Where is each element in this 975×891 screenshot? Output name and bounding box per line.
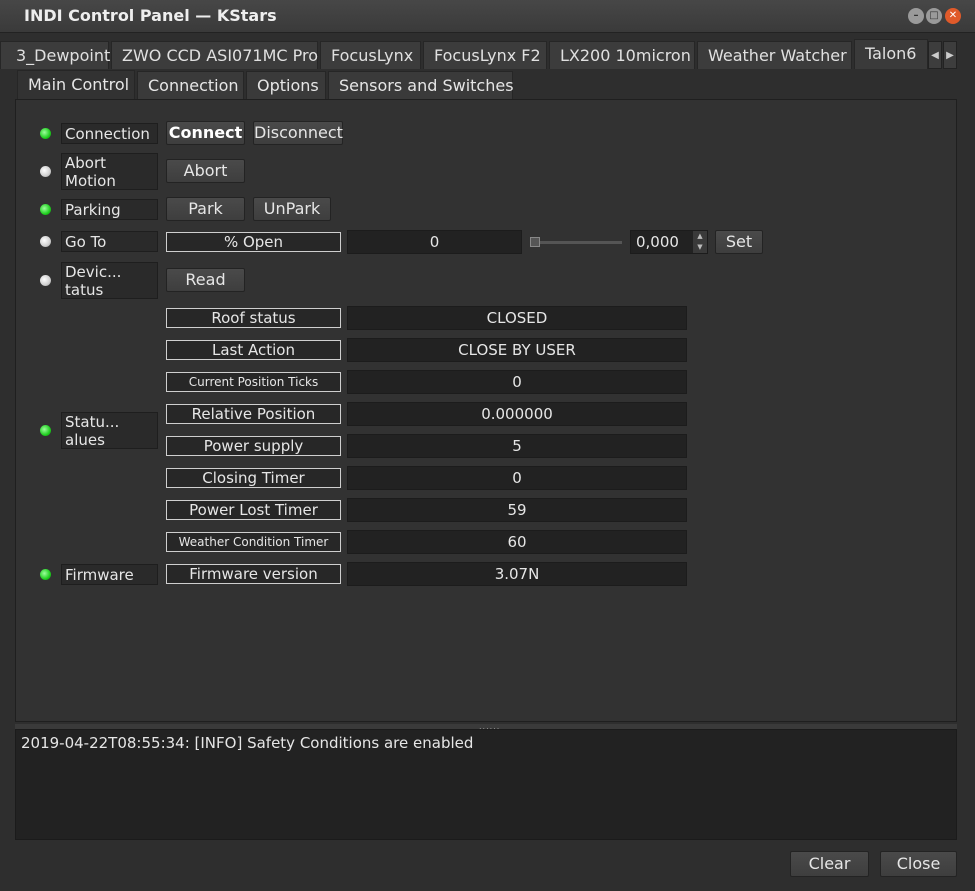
firmware-status-led (40, 569, 51, 580)
tab-dewpoint[interactable]: 3_Dewpoint (0, 41, 110, 69)
firmware-version-value: 3.07N (347, 562, 687, 586)
relative-position-label: Relative Position (166, 404, 341, 424)
set-button[interactable]: Set (715, 230, 763, 254)
open-percent-current: 0 (347, 230, 522, 254)
connect-button[interactable]: Connect (166, 121, 245, 145)
tab-zwo-ccd[interactable]: ZWO CCD ASI071MC Pro (111, 41, 318, 69)
tab-lx200[interactable]: LX200 10micron (549, 41, 695, 69)
relative-position-value: 0.000000 (347, 402, 687, 426)
closing-timer-value: 0 (347, 466, 687, 490)
maximize-icon[interactable]: □ (926, 8, 942, 24)
weather-timer-value: 60 (347, 530, 687, 554)
abort-motion-label: Abort Motion (61, 153, 158, 190)
tab-scroll-right-icon[interactable]: ▶ (943, 41, 957, 69)
parking-status-led (40, 204, 51, 215)
abort-button[interactable]: Abort (166, 159, 245, 183)
spin-down-icon[interactable]: ▼ (693, 242, 707, 253)
device-status-led (40, 275, 51, 286)
tab-connection[interactable]: Connection (137, 71, 244, 99)
power-supply-value: 5 (347, 434, 687, 458)
spinbox-value[interactable]: 0,000 (636, 233, 679, 251)
tab-scroll-left-icon[interactable]: ◀ (928, 41, 942, 69)
read-button[interactable]: Read (166, 268, 245, 292)
window-title: INDI Control Panel — KStars (24, 6, 277, 25)
open-percent-slider-handle[interactable] (530, 237, 540, 247)
status-values-label: Statu... alues (61, 412, 158, 449)
close-window-icon[interactable]: ✕ (945, 8, 961, 24)
open-percent-slider-track[interactable] (536, 241, 622, 244)
clear-button[interactable]: Clear (790, 851, 869, 877)
minimize-icon[interactable]: – (908, 8, 924, 24)
closing-timer-label: Closing Timer (166, 468, 341, 488)
roof-status-label: Roof status (166, 308, 341, 328)
goto-label: Go To (61, 231, 158, 252)
firmware-label: Firmware (61, 564, 158, 585)
spin-up-icon[interactable]: ▲ (693, 231, 707, 242)
device-status-label: Devic... tatus (61, 262, 158, 299)
tab-options[interactable]: Options (246, 71, 326, 99)
connection-status-led (40, 128, 51, 139)
weather-timer-label: Weather Condition Timer (166, 532, 341, 552)
disconnect-button[interactable]: Disconnect (253, 121, 343, 145)
window-titlebar: INDI Control Panel — KStars – □ ✕ (0, 0, 975, 33)
tab-focuslynx-f2[interactable]: FocusLynx F2 (423, 41, 547, 69)
log-line: 2019-04-22T08:55:34: [INFO] Safety Condi… (21, 734, 474, 752)
abort-status-led (40, 166, 51, 177)
roof-status-value: CLOSED (347, 306, 687, 330)
status-values-led (40, 425, 51, 436)
power-supply-label: Power supply (166, 436, 341, 456)
open-percent-label: % Open (166, 232, 341, 252)
open-percent-spinbox[interactable]: 0,000 ▲ ▼ (630, 230, 708, 254)
parking-label: Parking (61, 199, 158, 220)
power-lost-timer-value: 59 (347, 498, 687, 522)
last-action-label: Last Action (166, 340, 341, 360)
spinbox-arrows[interactable]: ▲ ▼ (693, 231, 707, 253)
tab-main-control[interactable]: Main Control (17, 70, 135, 100)
close-button[interactable]: Close (880, 851, 957, 877)
position-ticks-label: Current Position Ticks (166, 372, 341, 392)
power-lost-timer-label: Power Lost Timer (166, 500, 341, 520)
park-button[interactable]: Park (166, 197, 245, 221)
last-action-value: CLOSE BY USER (347, 338, 687, 362)
tab-weather-watcher[interactable]: Weather Watcher (697, 41, 852, 69)
unpark-button[interactable]: UnPark (253, 197, 331, 221)
goto-status-led (40, 236, 51, 247)
message-log[interactable]: 2019-04-22T08:55:34: [INFO] Safety Condi… (15, 729, 957, 840)
tab-talon6[interactable]: Talon6 (854, 39, 928, 69)
firmware-version-label: Firmware version (166, 564, 341, 584)
device-tab-bar: 3_Dewpoint ZWO CCD ASI071MC Pro FocusLyn… (0, 39, 975, 71)
tab-sensors-switches[interactable]: Sensors and Switches (328, 71, 514, 99)
connection-label: Connection (61, 123, 158, 144)
tab-focuslynx[interactable]: FocusLynx (320, 41, 421, 69)
position-ticks-value: 0 (347, 370, 687, 394)
